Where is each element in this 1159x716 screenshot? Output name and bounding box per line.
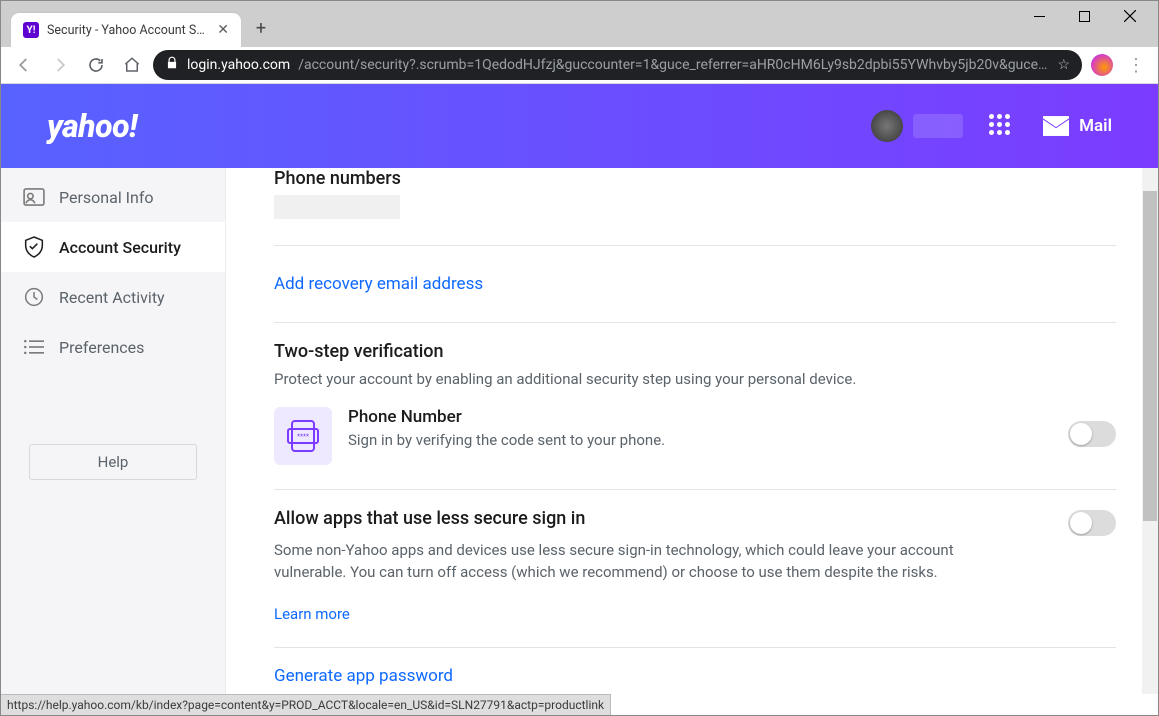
yahoo-logo[interactable]: yahoo: [47, 107, 137, 145]
sidebar-item-label: Account Security: [59, 238, 181, 257]
learn-more-link[interactable]: Learn more: [274, 605, 350, 623]
section-title: Phone numbers: [274, 168, 1116, 189]
scrollbar-thumb[interactable]: [1143, 191, 1157, 521]
section-title: Allow apps that use less secure sign in: [274, 508, 1116, 529]
two-step-toggle[interactable]: [1068, 421, 1116, 447]
svg-text:****: ****: [297, 433, 309, 441]
tab-title: Security - Yahoo Account Setting: [47, 23, 209, 38]
sidebar-item-preferences[interactable]: Preferences: [1, 322, 225, 372]
less-secure-toggle[interactable]: [1068, 510, 1116, 536]
url-path: /account/security?.scrumb=1QedodHJfzj&gu…: [298, 57, 1049, 73]
shield-icon: [23, 236, 45, 258]
list-icon: [23, 336, 45, 358]
home-button[interactable]: [117, 50, 147, 80]
section-less-secure-apps: Allow apps that use less secure sign in …: [274, 490, 1116, 648]
bookmark-icon[interactable]: ☆: [1057, 57, 1070, 73]
forward-button[interactable]: [45, 50, 75, 80]
section-description: Protect your account by enabling an addi…: [274, 368, 1116, 391]
window-titlebar: Y! Security - Yahoo Account Setting ✕ +: [1, 1, 1158, 47]
yahoo-header: yahoo Mail: [1, 84, 1158, 168]
phone-device-icon: ****: [274, 407, 332, 465]
two-step-phone-method: **** Phone Number Sign in by verifying t…: [274, 407, 1116, 465]
browser-tab[interactable]: Y! Security - Yahoo Account Setting ✕: [11, 13, 241, 47]
generate-app-password-link[interactable]: Generate app password: [274, 666, 453, 686]
lock-icon: [165, 56, 179, 74]
section-recovery-email: Add recovery email address: [274, 246, 1116, 323]
sidebar: Personal Info Account Security Recent Ac…: [1, 168, 226, 696]
new-tab-button[interactable]: +: [247, 14, 275, 42]
section-title: Two-step verification: [274, 341, 1116, 362]
help-button[interactable]: Help: [29, 444, 197, 480]
method-title: Phone Number: [348, 407, 665, 427]
maximize-button[interactable]: [1062, 1, 1107, 31]
main-content: Phone numbers Add recovery email address…: [226, 168, 1158, 696]
back-button[interactable]: [9, 50, 39, 80]
status-bar: https://help.yahoo.com/kb/index?page=con…: [1, 694, 611, 715]
minimize-button[interactable]: [1017, 1, 1062, 31]
sidebar-item-label: Personal Info: [59, 188, 154, 207]
method-description: Sign in by verifying the code sent to yo…: [348, 431, 665, 449]
sidebar-item-label: Preferences: [59, 338, 144, 357]
section-app-password: Generate app password Create a one-time …: [274, 648, 1116, 697]
reload-button[interactable]: [81, 50, 111, 80]
sidebar-item-account-security[interactable]: Account Security: [1, 222, 225, 272]
sidebar-item-personal-info[interactable]: Personal Info: [1, 172, 225, 222]
address-bar[interactable]: login.yahoo.com/account/security?.scrumb…: [153, 50, 1082, 80]
section-phone-numbers: Phone numbers: [274, 168, 1116, 246]
user-name-redacted: [913, 114, 963, 138]
section-two-step: Two-step verification Protect your accou…: [274, 323, 1116, 490]
url-host: login.yahoo.com: [187, 57, 290, 73]
mail-link[interactable]: Mail: [1043, 116, 1112, 136]
avatar[interactable]: [871, 110, 903, 142]
browser-menu-icon[interactable]: ⋮: [1122, 51, 1150, 79]
browser-profile-icon[interactable]: [1088, 51, 1116, 79]
phone-number-redacted: [274, 195, 400, 219]
close-tab-icon[interactable]: ✕: [217, 22, 229, 38]
sidebar-item-label: Recent Activity: [59, 288, 165, 307]
add-recovery-email-link[interactable]: Add recovery email address: [274, 274, 483, 294]
sidebar-item-recent-activity[interactable]: Recent Activity: [1, 272, 225, 322]
yahoo-favicon-icon: Y!: [23, 22, 39, 38]
apps-grid-icon[interactable]: [989, 114, 1013, 138]
section-description: Some non-Yahoo apps and devices use less…: [274, 539, 994, 584]
close-window-button[interactable]: [1107, 1, 1152, 31]
browser-toolbar: login.yahoo.com/account/security?.scrumb…: [1, 47, 1158, 84]
mail-label: Mail: [1079, 116, 1112, 136]
id-card-icon: [23, 186, 45, 208]
clock-icon: [23, 286, 45, 308]
